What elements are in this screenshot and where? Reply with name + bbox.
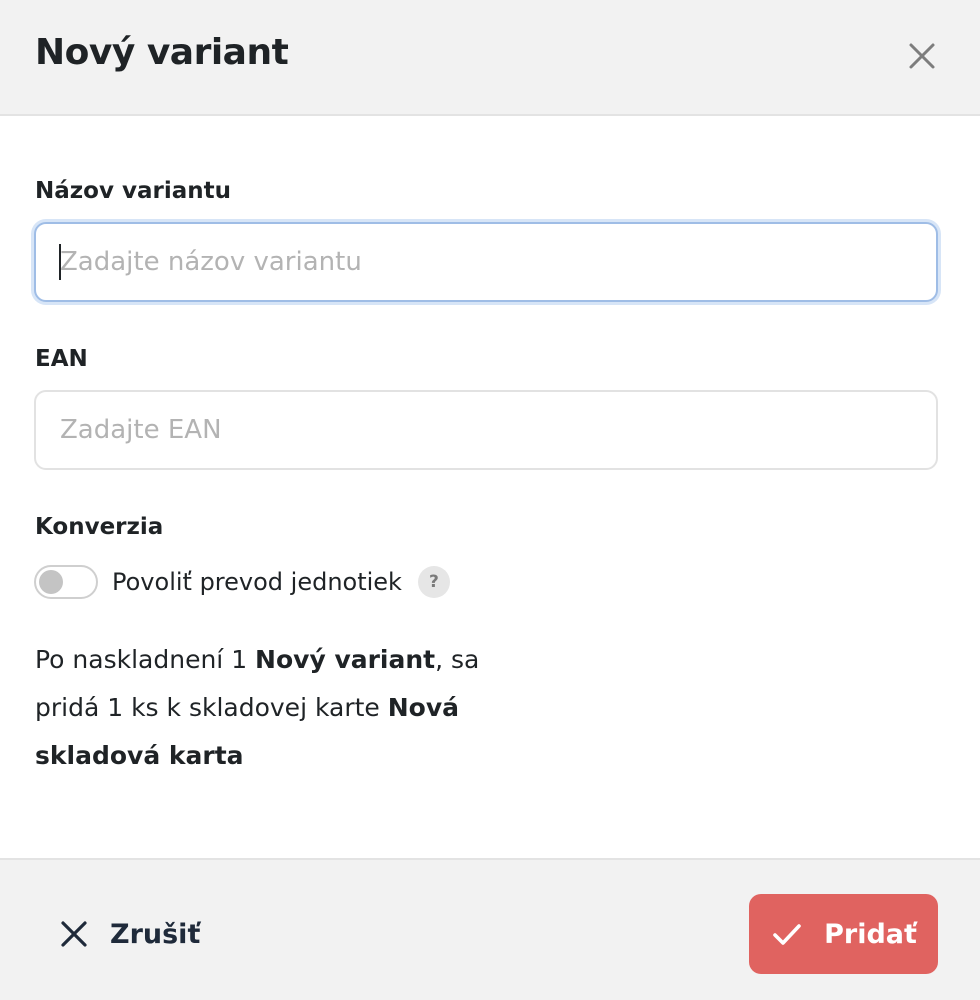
close-icon	[909, 43, 935, 69]
checkmark-icon	[773, 924, 801, 945]
help-glyph: ?	[429, 572, 439, 592]
conversion-label: Konverzia	[35, 514, 164, 540]
toggle-knob	[39, 570, 63, 594]
dialog-footer: Zrušiť Pridať	[0, 858, 980, 1000]
close-button[interactable]	[900, 34, 944, 78]
cancel-button[interactable]: Zrušiť	[56, 902, 200, 966]
question-mark-icon[interactable]: ?	[417, 566, 450, 598]
unit-conversion-toggle-label[interactable]: Povoliť prevod jednotiek	[112, 568, 402, 596]
add-button-label: Pridať	[824, 918, 917, 950]
stock-info-text: Po naskladnení 1 Nový variant, sa pridá …	[35, 636, 535, 780]
ean-input[interactable]	[34, 390, 938, 470]
unit-conversion-toggle[interactable]	[34, 565, 98, 599]
dialog-header: Nový variant	[0, 0, 980, 116]
info-variant-name: Nový variant	[255, 645, 436, 674]
variant-name-input[interactable]	[34, 222, 938, 302]
new-variant-dialog: Nový variant Názov variantu EAN Konverzi…	[0, 0, 980, 1000]
info-text-part-1: Po naskladnení 1	[35, 645, 256, 674]
conversion-toggle-row: Povoliť prevod jednotiek ?	[34, 562, 450, 602]
variant-name-label: Názov variantu	[35, 178, 231, 204]
ean-label: EAN	[35, 346, 88, 372]
x-icon	[61, 921, 87, 947]
dialog-body: Názov variantu EAN Konverzia Povoliť pre…	[0, 116, 980, 858]
add-button[interactable]: Pridať	[749, 894, 938, 974]
cancel-button-label: Zrušiť	[110, 918, 201, 950]
dialog-title: Nový variant	[35, 32, 289, 73]
text-cursor	[59, 244, 61, 280]
